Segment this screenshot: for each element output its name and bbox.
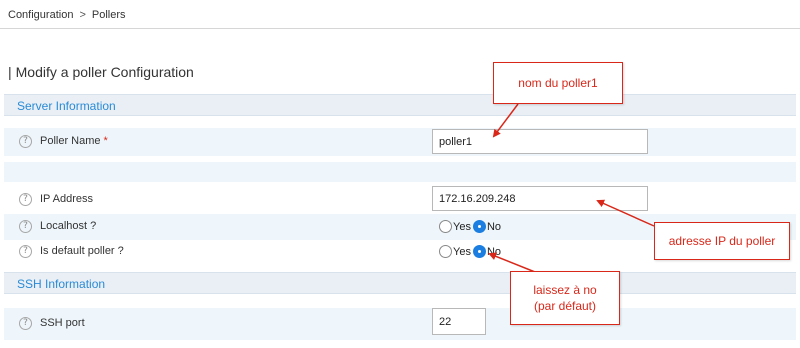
localhost-no-label[interactable]: No — [487, 221, 501, 233]
default-poller-yes-radio[interactable] — [439, 245, 452, 258]
help-icon[interactable]: ? — [19, 220, 32, 233]
annotation-default-line1: laissez à no — [533, 283, 597, 297]
required-marker: * — [103, 135, 108, 147]
ssh-port-input[interactable] — [432, 308, 486, 335]
breadcrumb-divider — [0, 28, 800, 29]
row-ssh-port: ? SSH port — [4, 308, 796, 340]
localhost-no-radio[interactable] — [472, 220, 486, 233]
annotation-default-poller: laissez à no (par défaut) — [510, 271, 620, 325]
localhost-yes-label[interactable]: Yes — [453, 221, 471, 233]
localhost-label: Localhost ? — [40, 220, 97, 232]
ip-address-input[interactable] — [432, 186, 648, 211]
help-icon[interactable]: ? — [19, 245, 32, 258]
poller-name-input[interactable] — [432, 129, 648, 154]
breadcrumb-separator: > — [79, 9, 86, 21]
default-poller-no-label[interactable]: No — [487, 246, 501, 258]
localhost-radio-group: Yes No — [439, 220, 503, 233]
section-label-server-information: Server Information — [17, 99, 116, 113]
default-poller-label: Is default poller ? — [40, 245, 124, 257]
poller-name-label: Poller Name * — [40, 135, 108, 147]
ssh-port-label: SSH port — [40, 317, 85, 329]
section-header-ssh-information: SSH Information — [4, 272, 796, 294]
section-header-server-information: Server Information — [4, 94, 796, 116]
annotation-ip-address: adresse IP du poller — [654, 222, 790, 260]
annotation-poller-name: nom du poller1 — [493, 62, 623, 104]
help-icon[interactable]: ? — [19, 135, 32, 148]
section-label-ssh-information: SSH Information — [17, 277, 106, 291]
help-icon[interactable]: ? — [19, 193, 32, 206]
page-title-text: Modify a poller Configuration — [15, 64, 194, 80]
breadcrumb-pollers[interactable]: Pollers — [92, 9, 126, 21]
default-poller-yes-label[interactable]: Yes — [453, 246, 471, 258]
help-icon[interactable]: ? — [19, 317, 32, 330]
page-title: | Modify a poller Configuration — [8, 64, 194, 80]
ip-address-label: IP Address — [40, 193, 93, 205]
annotation-default-line2: (par défaut) — [533, 299, 597, 313]
row-spacer — [4, 162, 796, 182]
default-poller-radio-group: Yes No — [439, 245, 503, 258]
localhost-yes-radio[interactable] — [439, 220, 452, 233]
row-poller-name: ? Poller Name * — [4, 128, 796, 156]
breadcrumb: Configuration > Pollers — [8, 9, 126, 21]
row-ip-address: ? IP Address — [4, 186, 796, 214]
default-poller-no-radio[interactable] — [472, 245, 486, 258]
page-title-bar: | — [8, 64, 12, 80]
poller-name-label-text: Poller Name — [40, 135, 101, 147]
breadcrumb-configuration[interactable]: Configuration — [8, 9, 73, 21]
